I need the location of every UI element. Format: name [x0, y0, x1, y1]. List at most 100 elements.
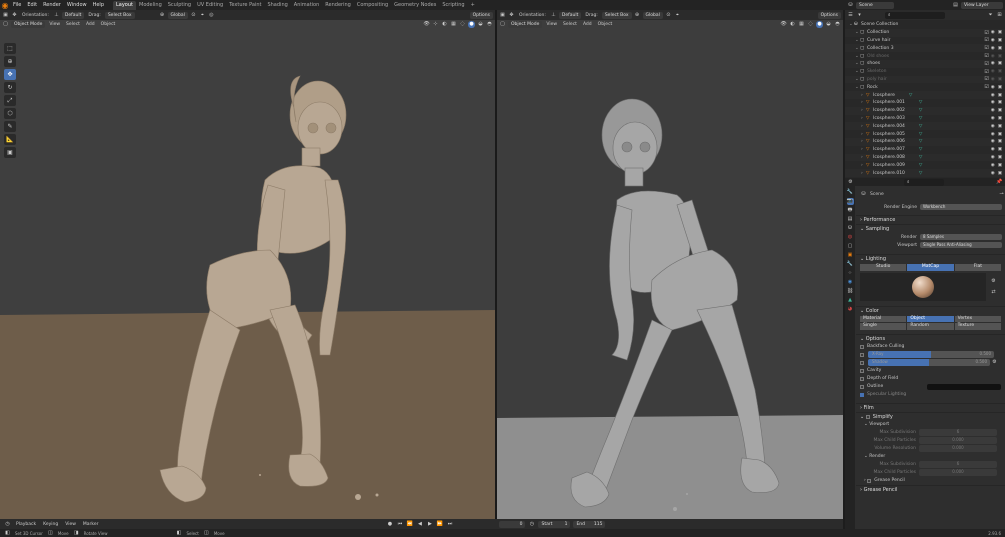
mesh-data-icon[interactable]: ▽ — [919, 116, 922, 121]
panel-simplify[interactable]: ⌄ Simplify — [856, 411, 1005, 421]
cavity-checkbox[interactable] — [860, 368, 864, 373]
outliner-row[interactable]: › ▽ Icosphere.003 ▽ ◉ ▣ — [845, 114, 1005, 123]
scale-tool[interactable]: ⤢ — [4, 95, 16, 106]
playback-menu[interactable]: Playback — [14, 522, 38, 527]
transform-global-dropdown[interactable]: Global — [642, 11, 663, 19]
exclude-checkbox[interactable]: ☑ — [984, 37, 988, 43]
mesh-data-icon[interactable]: ▽ — [919, 147, 922, 152]
visibility-eye-icon[interactable]: ◉ — [991, 147, 995, 152]
render-camera-icon[interactable]: ▣ — [998, 132, 1002, 137]
mesh-data-icon[interactable]: ▽ — [919, 108, 922, 113]
record-icon[interactable]: ● — [386, 521, 393, 528]
overlay-icon[interactable]: ◐ — [441, 21, 448, 28]
select-menu[interactable]: Select — [561, 22, 579, 27]
visibility-eye-icon[interactable]: ◉ — [991, 155, 995, 160]
object-mode-dropdown[interactable]: Object Mode — [11, 21, 46, 28]
exclude-checkbox[interactable]: ☑ — [984, 53, 988, 59]
subpanel-viewport[interactable]: ⌄ Viewport — [856, 421, 1005, 429]
visibility-eye-icon[interactable]: ◉ — [991, 108, 995, 113]
sampling-render-dropdown[interactable]: 8 Samples — [920, 233, 1002, 241]
workspace-tab-scripting[interactable]: Scripting — [439, 1, 467, 10]
outliner-row[interactable]: ⌄ ⛁ Scene Collection — [845, 21, 1005, 29]
drag-dropdown[interactable]: Select Box — [601, 11, 632, 19]
drag-dropdown[interactable]: Select Box — [104, 11, 135, 19]
view-layer-tab-icon[interactable]: ▤ — [847, 216, 854, 223]
mesh-data-icon[interactable]: ▽ — [919, 163, 922, 168]
render-camera-icon[interactable]: ▣ — [998, 85, 1002, 90]
exclude-checkbox[interactable]: ☑ — [984, 30, 988, 36]
viewport-left[interactable]: ▣ ✥ Orientation: ⊥ Default Drag: Select … — [0, 10, 495, 519]
outliner-scene-field[interactable]: Scene — [856, 1, 894, 9]
visibility-eye-icon[interactable]: ◉ — [991, 100, 995, 105]
exclude-checkbox[interactable]: ☑ — [984, 69, 988, 75]
timeline-view-menu[interactable]: View — [63, 522, 78, 527]
mesh-data-icon[interactable]: ▽ — [919, 139, 922, 144]
annotate-tool[interactable]: ✎ — [4, 121, 16, 132]
outliner-row[interactable]: › ▽ Icosphere.009 ▽ ◉ ▣ — [845, 161, 1005, 170]
subpanel-render[interactable]: ⌄ Render — [856, 453, 1005, 461]
specular-row[interactable]: Specular Lighting — [856, 391, 1005, 399]
render-camera-icon[interactable]: ▣ — [998, 61, 1002, 66]
menu-help[interactable]: Help — [90, 0, 107, 10]
end-frame-field[interactable]: End 115 — [573, 520, 606, 528]
render-camera-icon[interactable]: ▣ — [998, 30, 1002, 35]
pin-small-icon[interactable]: ⊸ — [998, 191, 1005, 198]
outliner-row[interactable]: › ▽ Icosphere.002 ▽ ◉ ▣ — [845, 106, 1005, 115]
outliner-row[interactable]: › ▽ Icosphere.007 ▽ ◉ ▣ — [845, 145, 1005, 154]
filter-icon[interactable]: ⏷ — [987, 12, 994, 19]
xray-checkbox[interactable] — [860, 352, 864, 357]
color-single-button[interactable]: Single — [860, 323, 907, 330]
add-menu[interactable]: Add — [581, 22, 594, 27]
jump-end-icon[interactable]: ⏭ — [446, 521, 453, 528]
render-tab-icon[interactable]: 📷 — [846, 198, 854, 205]
transform-tool-icon[interactable]: ✥ — [508, 12, 515, 19]
gizmo-icon[interactable]: ⊹ — [432, 21, 439, 28]
workspace-tab-uv-editing[interactable]: UV Editing — [194, 1, 226, 10]
render-camera-icon[interactable]: ▣ — [998, 93, 1002, 98]
visibility-eye-icon[interactable]: ◉ — [991, 46, 995, 51]
matcap-flip-icon[interactable]: ⇄ — [990, 289, 997, 296]
sampling-viewport-dropdown[interactable]: Single Pass Anti-Aliasing — [920, 241, 1002, 249]
render-camera-icon[interactable]: ▣ — [998, 38, 1002, 43]
proportional-edit-icon[interactable]: ◎ — [208, 12, 215, 19]
wireframe-shading-icon[interactable]: ◌ — [807, 21, 814, 28]
outliner-row[interactable]: ⌄ ▢ shoes ☑ ◉ ▣ — [845, 59, 1005, 68]
menu-window[interactable]: Window — [64, 0, 90, 10]
render-camera-icon[interactable]: ▣ — [998, 155, 1002, 160]
view-menu[interactable]: View — [544, 22, 559, 27]
visibility-eye-icon[interactable]: ◉ — [991, 124, 995, 129]
mesh-data-icon[interactable]: ▽ — [919, 100, 922, 105]
orientation-dropdown[interactable]: Default — [558, 11, 582, 19]
render-camera-icon[interactable]: ▣ — [998, 69, 1002, 74]
measure-tool[interactable]: 📐 — [4, 134, 16, 145]
visibility-eye-icon[interactable]: ◉ — [991, 30, 995, 35]
panel-sampling[interactable]: ⌄ Sampling — [856, 224, 1005, 233]
transform-tool-icon[interactable]: ✥ — [11, 12, 18, 19]
panel-film[interactable]: › Film — [856, 402, 1005, 412]
editor-type-icon[interactable]: ▣ — [2, 12, 9, 19]
object-menu[interactable]: Object — [596, 22, 615, 27]
matcap-preview[interactable] — [860, 272, 986, 301]
lighting-studio-button[interactable]: Studio — [860, 264, 907, 271]
snap-icon[interactable]: ⌖ — [674, 12, 681, 19]
r-max-child-field[interactable]: 0.000 — [919, 469, 997, 476]
xray-icon[interactable]: ▦ — [798, 21, 805, 28]
material-shading-icon[interactable]: ◒ — [825, 21, 832, 28]
pivot-icon[interactable]: ⊙ — [190, 12, 197, 19]
select-menu[interactable]: Select — [64, 22, 82, 27]
visibility-icon[interactable]: 👁 — [780, 21, 787, 28]
panel-lighting[interactable]: ⌄ Lighting — [856, 254, 1005, 263]
outliner-row[interactable]: › ▽ Icosphere ▽ ◉ ▣ — [845, 91, 1005, 99]
outliner-row[interactable]: › ▽ Icosphere.010 ▽ ◉ ▣ — [845, 169, 1005, 177]
matcap-settings-icon[interactable]: ⚙ — [990, 278, 997, 285]
shadow-checkbox[interactable] — [860, 360, 864, 365]
grease-pencil-checkbox[interactable] — [867, 478, 872, 483]
timeline-editor-icon[interactable]: ◷ — [4, 521, 11, 528]
data-tab-icon[interactable]: ▲ — [847, 297, 854, 304]
render-camera-icon[interactable]: ▣ — [998, 139, 1002, 144]
overlay-icon[interactable]: ◐ — [789, 21, 796, 28]
start-frame-field[interactable]: Start 1 — [538, 520, 571, 528]
outliner-row[interactable]: ⌄ ▢ Rock ☑ ◉ ▣ — [845, 83, 1005, 92]
outliner-view-layer-field[interactable]: View Layer — [961, 1, 1003, 9]
r-max-subdiv-field[interactable]: 6 — [919, 461, 997, 468]
